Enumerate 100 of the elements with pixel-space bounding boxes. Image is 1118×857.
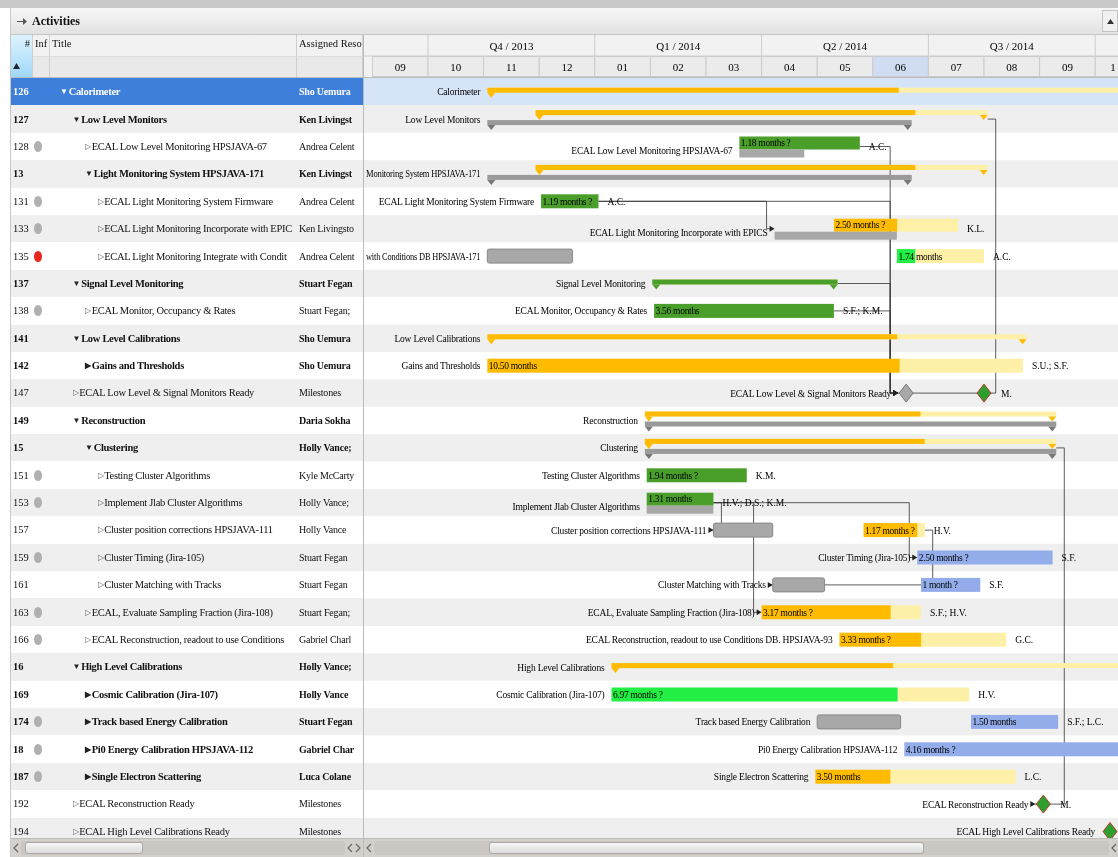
task-bar[interactable]: 1.94 months ? (646, 468, 747, 483)
table-row[interactable]: 147 ▷ECAL Low Level & Signal Monitors Ready Milestones (11, 379, 363, 407)
table-row[interactable]: 138 ▷ECAL Monitor, Occupancy & Rates Stuart Fegan; (11, 297, 363, 325)
month-cell[interactable] (538, 56, 596, 77)
table-row[interactable]: 126 ▼Calorimeter Sho Uemura (11, 78, 363, 106)
table-row[interactable]: 163 ▷ECAL, Evaluate Sampling Fraction (Jira-108) Stuart Fegan; (11, 598, 363, 626)
expand-toggle[interactable]: ▷ (72, 388, 79, 398)
task-bar[interactable]: 10.50 months (487, 358, 1023, 373)
expand-toggle[interactable]: ▷ (97, 580, 104, 590)
expand-toggle[interactable]: ▷ (97, 470, 104, 480)
table-row[interactable]: 142 ▶Gains and Thresholds Sho Uemura (11, 351, 363, 380)
expand-toggle[interactable]: ▷ (85, 635, 91, 644)
month-cell[interactable] (983, 56, 1041, 77)
chevron-right-icon[interactable] (355, 843, 361, 853)
month-cell[interactable] (649, 56, 707, 77)
task-bar[interactable]: 3.33 months ? (839, 632, 1007, 647)
milestone-diamond[interactable] (898, 383, 914, 403)
table-row[interactable]: 137 ▼Signal Level Monitoring Stuart Fegan (11, 269, 363, 298)
task-bar[interactable]: 3.50 months (815, 769, 1016, 784)
summary-bar[interactable] (652, 279, 838, 290)
table-row[interactable]: 133 ▷ECAL Light Monitoring Incorporate with EPIC Ken Livingsto (11, 214, 363, 243)
expand-toggle[interactable]: ▷ (72, 799, 79, 809)
expand-toggle[interactable]: ▼ (85, 169, 93, 179)
column-header[interactable]: Assigned Reso (297, 35, 363, 56)
task-bar[interactable]: 3.17 months ? (761, 605, 921, 620)
table-row[interactable]: 16 ▼High Level Calibrations Holly Vance; (11, 653, 363, 681)
expand-toggle[interactable]: ▷ (97, 224, 104, 234)
milestone-diamond[interactable] (1035, 794, 1051, 814)
scrollbar-thumb[interactable] (489, 842, 924, 854)
filter-cell[interactable] (33, 56, 50, 77)
expand-toggle[interactable]: ▷ (97, 196, 104, 206)
task-bar[interactable]: 2.50 months ? (833, 218, 959, 232)
column-header[interactable]: Title (50, 35, 297, 56)
chevron-left-icon[interactable] (13, 843, 19, 853)
table-row[interactable]: 15 ▼Clustering Holly Vance; (11, 434, 363, 462)
expand-toggle[interactable]: ▼ (72, 114, 81, 124)
table-row[interactable]: 128 ▷ECAL Low Level Monitoring HPSJAVA-67 Andrea Celent (11, 132, 363, 161)
scrollbar-thumb[interactable] (25, 842, 143, 854)
month-cell[interactable] (594, 56, 651, 77)
expand-toggle[interactable]: ▶ (85, 744, 91, 754)
scrollbar[interactable] (11, 838, 363, 857)
column-header[interactable]: # (11, 35, 33, 77)
chevron-left-icon[interactable] (1111, 843, 1117, 853)
month-cell[interactable] (483, 56, 540, 77)
month-cell[interactable] (427, 56, 485, 77)
table-row[interactable]: 187 ▶Single Electron Scattering Luca Colane (11, 762, 363, 791)
expand-toggle[interactable]: ▶ (85, 771, 91, 781)
month-cell[interactable] (705, 56, 763, 77)
expand-toggle[interactable]: ▼ (60, 87, 68, 97)
month-cell[interactable] (371, 56, 429, 77)
table-row[interactable]: 13 ▼Light Monitoring System HPSJAVA-171 Ken Livingst (11, 160, 363, 188)
filter-cell[interactable] (297, 56, 363, 77)
month-cell[interactable] (816, 56, 874, 77)
table-row[interactable]: 159 ▷Cluster Timing (Jira-105) Stuart Fegan (11, 543, 363, 572)
expand-toggle[interactable]: ▶ (85, 717, 91, 727)
scrollbar[interactable] (364, 838, 1118, 857)
task-bar[interactable]: 1.74 months (896, 249, 984, 264)
table-row[interactable]: 18 ▶Pi0 Energy Calibration HPSJAVA-112 Gabriel Char (11, 735, 363, 763)
expand-toggle[interactable]: ▼ (72, 662, 81, 672)
table-row[interactable]: 151 ▷Testing Cluster Algorithms Kyle McCarty (11, 461, 363, 489)
month-cell[interactable] (761, 56, 818, 77)
table-row[interactable]: 135 ▷ECAL Light Monitoring Integrate with Condit Andrea Celent (11, 242, 363, 270)
milestone-diamond[interactable] (1102, 821, 1118, 839)
expand-toggle[interactable]: ▷ (85, 141, 91, 151)
collapse-button[interactable] (1102, 10, 1118, 32)
expand-toggle[interactable]: ▷ (85, 306, 91, 316)
month-cell[interactable] (872, 56, 929, 77)
expand-toggle[interactable]: ▼ (85, 443, 93, 453)
table-row[interactable]: 169 ▶Cosmic Calibration (Jira-107) Holly Vance (11, 680, 363, 708)
expand-toggle[interactable]: ▼ (72, 278, 81, 288)
table-row[interactable]: 153 ▷Implement Jlab Cluster Algorithms Holly Vance; (11, 488, 363, 517)
expand-toggle[interactable]: ▷ (97, 498, 104, 508)
task-bar[interactable]: 1.19 months ? (541, 194, 599, 209)
table-row[interactable]: 174 ▶Track based Energy Calibration Stuart Fegan (11, 708, 363, 736)
expand-toggle[interactable]: ▷ (97, 525, 104, 535)
milestone-diamond[interactable] (976, 383, 992, 403)
table-row[interactable]: 192 ▷ECAL Reconstruction Ready Milestones (11, 790, 363, 818)
table-row[interactable]: 141 ▼Low Level Calibrations Sho Uemura (11, 324, 363, 352)
expand-toggle[interactable]: ▶ (85, 689, 91, 699)
table-row[interactable]: 157 ▷Cluster position corrections HPSJAVA-111 Holly Vance (11, 516, 363, 544)
expand-toggle[interactable]: ▶ (85, 361, 91, 371)
month-cell[interactable] (927, 56, 985, 77)
chevron-left-icon[interactable] (366, 843, 372, 853)
summary-bar[interactable] (644, 411, 1057, 422)
table-row[interactable]: 131 ▷ECAL Light Monitoring System Firmware Andrea Celent (11, 187, 363, 215)
chevron-left-icon[interactable] (347, 843, 353, 853)
expand-toggle[interactable]: ▷ (85, 607, 91, 617)
expand-toggle[interactable]: ▼ (72, 333, 81, 343)
table-row[interactable]: 161 ▷Cluster Matching with Tracks Stuart Fegan (11, 571, 363, 599)
expand-toggle[interactable]: ▷ (97, 251, 104, 261)
task-bar[interactable]: 4.16 months ? (904, 742, 1118, 757)
table-row[interactable]: 194 ▷ECAL High Level Calibrations Ready Milestones (11, 817, 363, 838)
expand-toggle[interactable]: ▷ (97, 552, 104, 562)
task-bar[interactable]: 1.17 months ? (863, 523, 925, 538)
summary-bar[interactable] (535, 110, 988, 121)
column-header[interactable]: Inf (33, 35, 50, 56)
task-bar[interactable]: 6.97 months ? (611, 687, 970, 702)
filter-cell[interactable] (50, 56, 297, 77)
table-row[interactable]: 149 ▼Reconstruction Daria Sokha (11, 406, 363, 435)
expand-toggle[interactable]: ▼ (72, 415, 81, 425)
